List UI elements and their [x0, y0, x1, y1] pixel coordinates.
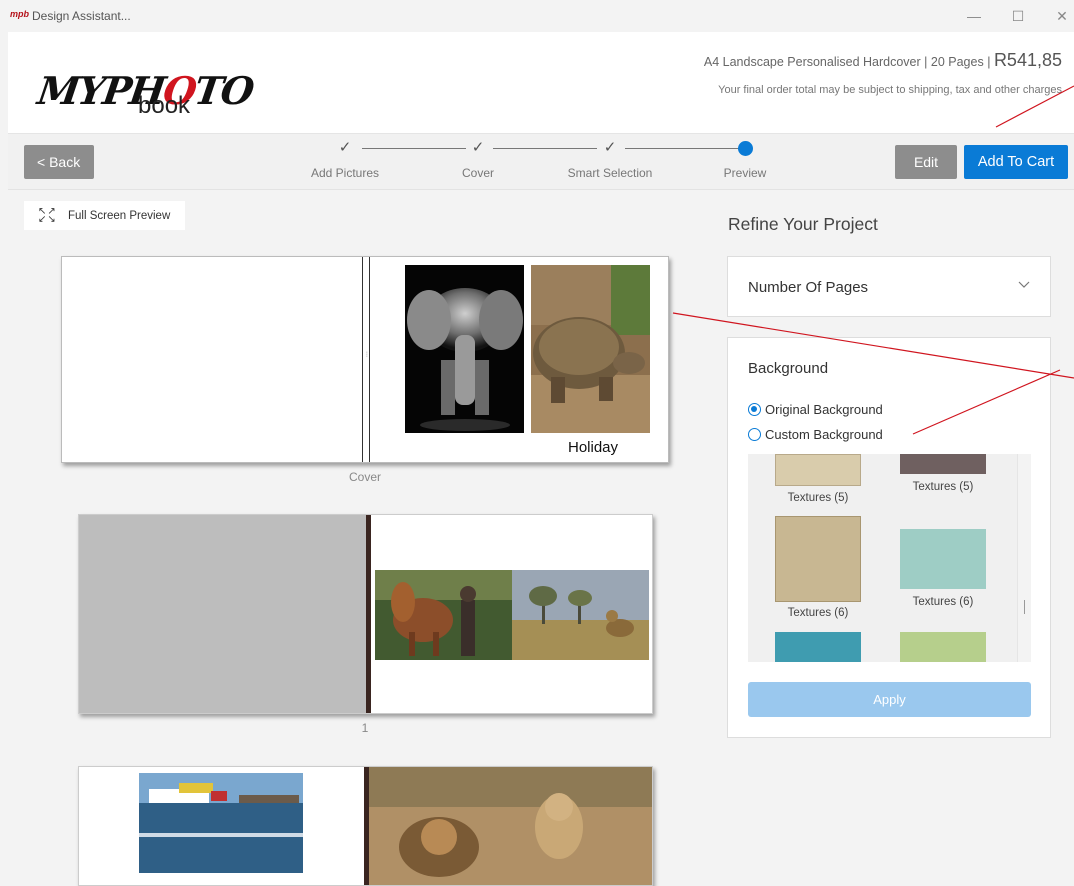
- separator: |: [924, 55, 928, 69]
- full-screen-preview-button[interactable]: ↖↗ ↙↘ Full Screen Preview: [24, 201, 185, 230]
- number-of-pages-label: Number Of Pages: [748, 279, 869, 296]
- step-label: Add Pictures: [310, 166, 380, 180]
- step-preview[interactable]: Preview: [690, 138, 800, 180]
- photo-cheetah-savanna[interactable]: [512, 570, 649, 660]
- page-count: 20 Pages: [930, 55, 984, 69]
- logo-text-to: TO: [191, 68, 256, 113]
- photo-elephant[interactable]: [405, 265, 524, 433]
- full-screen-preview-label: Full Screen Preview: [68, 209, 171, 222]
- add-to-cart-button[interactable]: Add To Cart: [964, 145, 1068, 179]
- step-label: Preview: [723, 166, 767, 180]
- order-disclaimer: Your final order total may be subject to…: [718, 84, 1062, 96]
- page-1-spread[interactable]: [78, 514, 653, 714]
- radio-original-background[interactable]: Original Background: [748, 402, 883, 417]
- page-label-cover: Cover: [348, 470, 381, 484]
- myphotobook-logo: MYPHOTO book: [34, 48, 256, 119]
- texture-thumb[interactable]: [900, 454, 986, 474]
- separator: |: [987, 55, 991, 69]
- product-name: A4 Landscape Personalised Hardcover: [703, 55, 921, 69]
- page-spine: [366, 515, 371, 713]
- page-2-spread[interactable]: [78, 766, 653, 886]
- harbour-image: [139, 773, 303, 873]
- photo-harbour[interactable]: [139, 773, 303, 873]
- apply-button[interactable]: Apply: [748, 682, 1031, 717]
- texture-label: Textures (5): [912, 481, 974, 493]
- cover-spine: [362, 257, 370, 462]
- step-cover[interactable]: ✓ Cover: [423, 138, 533, 180]
- texture-scrollbar[interactable]: [1017, 454, 1031, 662]
- window-title: Design Assistant...: [32, 9, 131, 23]
- texture-thumb[interactable]: [775, 632, 861, 662]
- chevron-down-icon: [1018, 277, 1030, 292]
- photo-horse[interactable]: [375, 570, 512, 660]
- texture-thumb[interactable]: [775, 516, 861, 602]
- current-step-dot-icon: [737, 141, 753, 156]
- spine-marker: ⋮: [364, 352, 370, 358]
- main-content: ↖↗ ↙↘ Full Screen Preview ⋮ Holiday Cove…: [8, 190, 1074, 886]
- logo-text-my: MY: [34, 68, 107, 113]
- refine-title: Refine Your Project: [728, 214, 878, 234]
- tortoise-image: [531, 265, 650, 433]
- radio-unselected-icon: [748, 428, 761, 441]
- edit-button[interactable]: Edit: [895, 145, 957, 179]
- radio-label: Custom Background: [765, 427, 883, 442]
- texture-label: Textures (6): [787, 607, 849, 619]
- expand-icon: ↖↗ ↙↘: [38, 206, 57, 225]
- background-panel: Background Original Background Custom Ba…: [727, 337, 1051, 738]
- radio-custom-background[interactable]: Custom Background: [748, 427, 883, 442]
- texture-thumb[interactable]: [900, 529, 986, 589]
- maximize-icon[interactable]: ☐: [1008, 6, 1028, 26]
- cover-spread[interactable]: ⋮ Holiday: [61, 256, 669, 463]
- app-header: MYPHOTO book A4 Landscape Personalised H…: [8, 32, 1074, 134]
- scrollbar-thumb[interactable]: [1024, 600, 1025, 614]
- left-page-blank: [79, 515, 366, 713]
- app-logo-icon: mpb: [10, 9, 29, 19]
- window-titlebar: mpb Design Assistant... — ☐ ✕: [0, 0, 1074, 32]
- check-icon: ✓: [338, 139, 352, 156]
- radio-selected-icon: [748, 403, 761, 416]
- price: R541,85: [993, 50, 1062, 70]
- step-add-pictures[interactable]: ✓ Add Pictures: [290, 138, 400, 180]
- number-of-pages-dropdown[interactable]: Number Of Pages: [727, 256, 1051, 317]
- product-summary: A4 Landscape Personalised Hardcover | 20…: [704, 50, 1062, 71]
- close-icon[interactable]: ✕: [1052, 6, 1072, 26]
- photo-lions[interactable]: [369, 767, 652, 885]
- step-smart-selection[interactable]: ✓ Smart Selection: [555, 138, 665, 180]
- elephant-image: [407, 288, 523, 431]
- wizard-toolbar: < Back ✓ Add Pictures ✓ Cover ✓ Smart Se…: [8, 134, 1074, 190]
- horse-image: [375, 570, 512, 660]
- texture-gallery[interactable]: Textures (5) Textures (5) Textures (6) T…: [748, 454, 1031, 662]
- check-icon: ✓: [603, 139, 617, 156]
- cover-caption[interactable]: Holiday: [568, 439, 618, 456]
- step-label: Cover: [461, 166, 494, 180]
- check-icon: ✓: [471, 139, 485, 156]
- texture-label: Textures (6): [912, 596, 974, 608]
- minimize-icon[interactable]: —: [964, 6, 984, 26]
- texture-label: Textures (5): [787, 492, 849, 504]
- savanna-image: [512, 570, 649, 660]
- background-title: Background: [748, 360, 829, 377]
- page-label-1: 1: [361, 721, 369, 735]
- texture-thumb[interactable]: [900, 632, 986, 662]
- step-label: Smart Selection: [567, 166, 653, 180]
- back-button[interactable]: < Back: [24, 145, 94, 179]
- radio-label: Original Background: [765, 402, 883, 417]
- photo-tortoise[interactable]: [531, 265, 650, 433]
- logo-text-book: book: [138, 92, 191, 119]
- lions-image: [369, 767, 652, 885]
- texture-thumb[interactable]: [775, 454, 861, 486]
